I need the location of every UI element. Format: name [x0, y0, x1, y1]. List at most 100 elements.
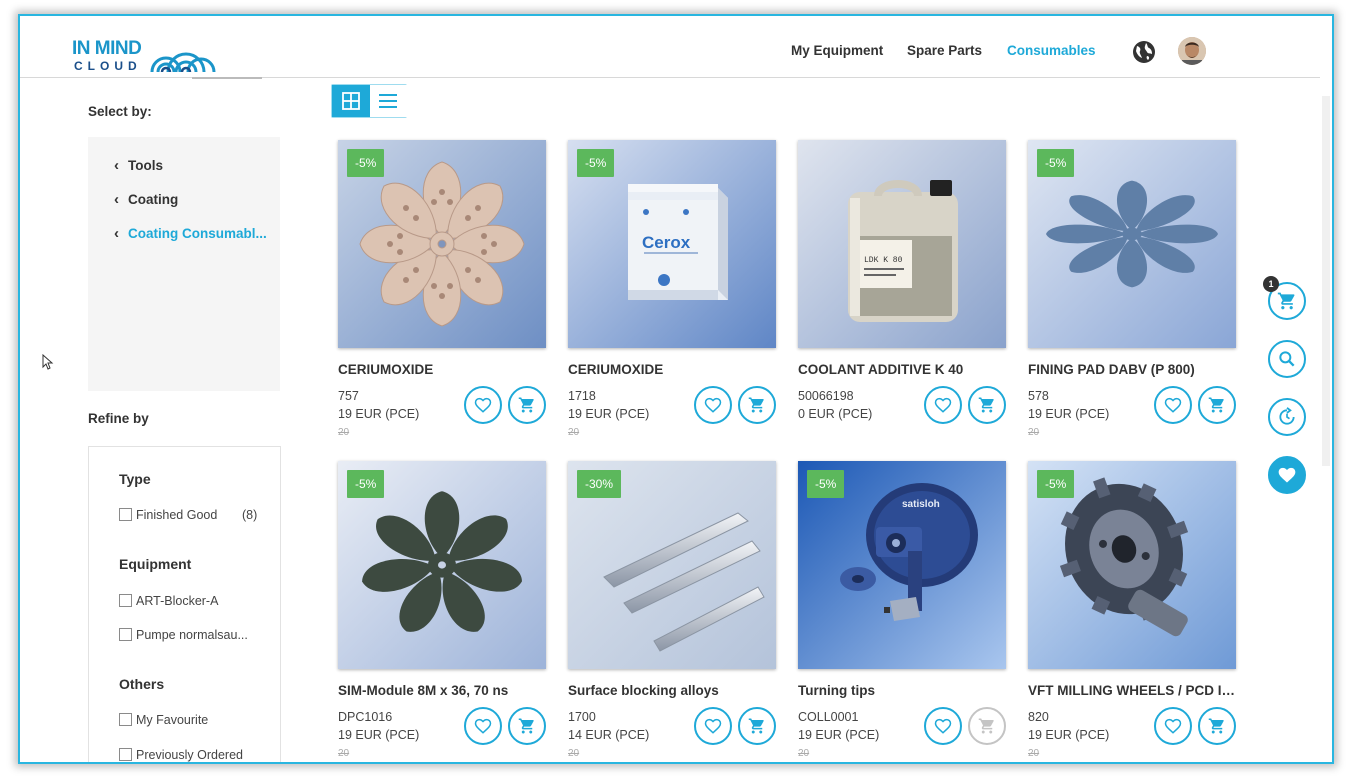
product-price: 19 EUR (PCE) [1028, 407, 1110, 421]
history-icon [1279, 407, 1295, 425]
product-name[interactable]: VFT MILLING WHEELS / PCD IN... [1028, 683, 1238, 698]
discount-badge: -30% [577, 470, 622, 498]
product-price: 19 EUR (PCE) [338, 407, 420, 421]
product-card[interactable]: -5% VFT MILLING WHEELS / PCD IN... 820 1… [1028, 461, 1238, 761]
favourite-button[interactable] [694, 707, 732, 745]
checkbox[interactable] [119, 508, 132, 521]
product-name[interactable]: Surface blocking alloys [568, 683, 778, 698]
product-image[interactable]: Cerox -5% [568, 140, 776, 348]
product-image[interactable]: LDK K 80 [798, 140, 1006, 348]
brand-logo[interactable]: IN MIND CLOUD [72, 38, 222, 74]
add-to-cart-button[interactable] [1198, 386, 1236, 424]
checkbox[interactable] [119, 713, 132, 726]
product-id: 757 [338, 389, 359, 403]
product-id: 578 [1028, 389, 1049, 403]
floating-search-button[interactable] [1268, 340, 1306, 378]
favourite-button[interactable] [464, 386, 502, 424]
favourite-button[interactable] [464, 707, 502, 745]
floating-cart-button[interactable]: 1 [1263, 276, 1306, 320]
favourite-button[interactable] [924, 386, 962, 424]
user-avatar[interactable] [1178, 37, 1206, 65]
filter-finished-good[interactable]: Finished Good [119, 508, 217, 522]
product-old-price: 20 [568, 748, 580, 759]
list-view-button[interactable] [370, 85, 408, 117]
floating-favourites-button[interactable] [1268, 456, 1306, 494]
product-card[interactable]: LDK K 80 COOLANT ADDITIVE K 40 50066198 … [798, 140, 1008, 440]
header-divider [192, 77, 262, 79]
product-card[interactable]: -5% SIM-Module 8M x 36, 70 ns DPC1016 19… [338, 461, 548, 761]
favourite-button[interactable] [1154, 386, 1192, 424]
cart-icon [748, 718, 764, 734]
product-name[interactable]: CERIUMOXIDE [568, 362, 778, 377]
cart-icon [1208, 397, 1224, 413]
filter-group-type: Type [119, 471, 151, 487]
select-by-heading: Select by: [88, 104, 152, 119]
product-image[interactable]: -5% [338, 461, 546, 669]
checkbox[interactable] [119, 594, 132, 607]
discount-badge: -5% [347, 149, 385, 177]
product-name[interactable]: CERIUMOXIDE [338, 362, 548, 377]
discount-badge: -5% [347, 470, 385, 498]
heart-icon [1164, 718, 1182, 734]
chevron-left-icon: ‹ [114, 191, 119, 208]
category-panel: ‹ Tools ‹ Coating ‹ Coating Consumabl... [88, 137, 280, 391]
product-image[interactable]: satisloh -5% [798, 461, 1006, 669]
discount-badge: -5% [807, 470, 845, 498]
globe-icon[interactable] [1132, 40, 1156, 64]
heart-icon [1278, 467, 1296, 483]
product-name[interactable]: Turning tips [798, 683, 1008, 698]
refine-panel: Type Finished Good (8) Equipment ART-Blo… [88, 446, 281, 762]
app-window: IN MIND CLOUD My Equipment Spare Parts C… [18, 14, 1334, 764]
product-image[interactable]: -5% [1028, 461, 1236, 669]
checkbox[interactable] [119, 748, 132, 761]
product-name[interactable]: SIM-Module 8M x 36, 70 ns [338, 683, 548, 698]
list-icon [379, 94, 397, 108]
nav-my-equipment[interactable]: My Equipment [791, 43, 883, 58]
add-to-cart-button[interactable] [738, 386, 776, 424]
chevron-left-icon: ‹ [114, 157, 119, 174]
filter-label: Previously Ordered [136, 748, 243, 762]
favourite-button[interactable] [1154, 707, 1192, 745]
product-card[interactable]: -30% Surface blocking alloys 1700 14 EUR… [568, 461, 778, 761]
cart-icon [978, 397, 994, 413]
product-id: COLL0001 [798, 710, 859, 724]
product-card[interactable]: -5% CERIUMOXIDE 757 19 EUR (PCE) 20 [338, 140, 548, 440]
product-id: 50066198 [798, 389, 854, 403]
add-to-cart-button[interactable] [968, 386, 1006, 424]
filter-pumpe[interactable]: Pumpe normalsau... [119, 628, 248, 642]
product-name[interactable]: FINING PAD DABV (P 800) [1028, 362, 1238, 377]
nav-spare-parts[interactable]: Spare Parts [907, 43, 982, 58]
refine-by-heading: Refine by [88, 411, 149, 426]
nav-consumables[interactable]: Consumables [1007, 43, 1096, 58]
category-coating[interactable]: ‹ Coating [114, 191, 178, 208]
checkbox[interactable] [119, 628, 132, 641]
canister-label: LDK K 80 [864, 256, 903, 265]
grid-view-button[interactable] [332, 85, 370, 117]
vertical-scrollbar[interactable] [1322, 96, 1330, 466]
favourite-button[interactable] [694, 386, 732, 424]
product-card[interactable]: Cerox -5% CERIUMOXIDE 1718 19 EUR (PCE) … [568, 140, 778, 440]
product-card[interactable]: -5% FINING PAD DABV (P 800) 578 19 EUR (… [1028, 140, 1238, 440]
category-tools[interactable]: ‹ Tools [114, 157, 163, 174]
product-price: 19 EUR (PCE) [1028, 728, 1110, 742]
add-to-cart-button[interactable] [508, 386, 546, 424]
filter-art-blocker[interactable]: ART-Blocker-A [119, 594, 218, 608]
category-coating-consumables[interactable]: ‹ Coating Consumabl... [114, 225, 267, 242]
favourite-button[interactable] [924, 707, 962, 745]
product-name[interactable]: COOLANT ADDITIVE K 40 [798, 362, 1008, 377]
product-image[interactable]: -5% [1028, 140, 1236, 348]
heart-icon [474, 718, 492, 734]
add-to-cart-button[interactable] [738, 707, 776, 745]
floating-history-button[interactable] [1268, 398, 1306, 436]
cart-icon [518, 397, 534, 413]
heart-icon [704, 718, 722, 734]
chevron-left-icon: ‹ [114, 225, 119, 242]
add-to-cart-button[interactable] [1198, 707, 1236, 745]
filter-my-favourite[interactable]: My Favourite [119, 713, 208, 727]
filter-previously-ordered[interactable]: Previously Ordered [119, 748, 243, 762]
product-image[interactable]: -5% [338, 140, 546, 348]
product-card[interactable]: satisloh -5% Turning tips COLL0001 19 EU… [798, 461, 1008, 761]
add-to-cart-button[interactable] [508, 707, 546, 745]
cart-icon [978, 718, 994, 734]
product-image[interactable]: -30% [568, 461, 776, 669]
